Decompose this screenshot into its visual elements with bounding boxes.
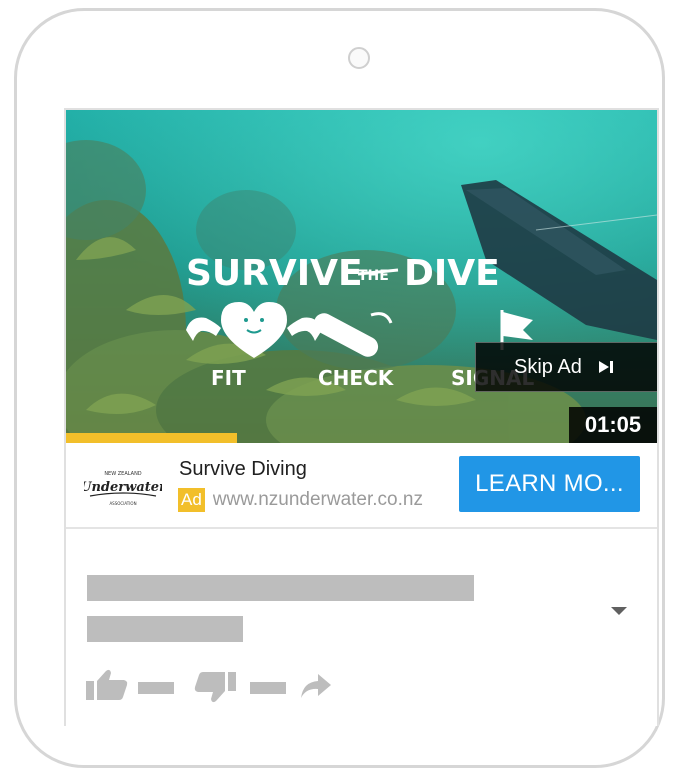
share-icon[interactable] (300, 672, 332, 700)
phone-frame: SURVIVE THE DIVE FIT CHECK Skip Ad 01:05… (14, 8, 665, 768)
chevron-down-icon[interactable] (611, 607, 627, 615)
fit-label: FIT (211, 366, 246, 390)
learn-more-button[interactable]: LEARN MO... (459, 456, 640, 512)
video-player[interactable]: SURVIVE THE DIVE FIT CHECK Skip Ad 01:05 (66, 110, 657, 443)
check-label: CHECK (318, 366, 395, 390)
headline-end-text: DIVE (404, 253, 500, 294)
ad-badge: Ad (178, 488, 205, 512)
skip-ad-label: Skip Ad (514, 355, 582, 378)
underwater-scene: SURVIVE THE DIVE FIT CHECK (66, 110, 657, 443)
title-placeholder (87, 575, 474, 601)
ad-url: www.nzunderwater.co.nz (212, 489, 423, 510)
skip-ad-button[interactable]: Skip Ad (475, 342, 657, 392)
phone-camera (348, 47, 370, 69)
like-count-placeholder (138, 682, 174, 694)
ad-info-row[interactable]: NEW ZEALAND Underwater ASSOCIATION Survi… (66, 443, 657, 529)
video-headline: SURVIVE THE DIVE (186, 253, 500, 294)
dislike-count-placeholder (250, 682, 286, 694)
headline-text: SURVIVE (186, 253, 363, 294)
ad-meta: Ad www.nzunderwater.co.nz (178, 488, 453, 512)
skip-next-icon (598, 360, 614, 374)
thumbs-down-icon[interactable] (194, 670, 236, 704)
phone-screen: SURVIVE THE DIVE FIT CHECK Skip Ad 01:05… (64, 108, 659, 726)
ad-progress-fill (66, 433, 238, 443)
subtitle-placeholder (87, 616, 243, 642)
ad-countdown-timer: 01:05 (569, 407, 657, 443)
advertiser-logo: NEW ZEALAND Underwater ASSOCIATION (84, 471, 162, 506)
thumbs-up-icon[interactable] (86, 668, 128, 702)
advertiser-name: Survive Diving (179, 458, 307, 480)
svg-text:NEW ZEALAND: NEW ZEALAND (104, 471, 141, 477)
svg-text:ASSOCIATION: ASSOCIATION (109, 501, 136, 506)
